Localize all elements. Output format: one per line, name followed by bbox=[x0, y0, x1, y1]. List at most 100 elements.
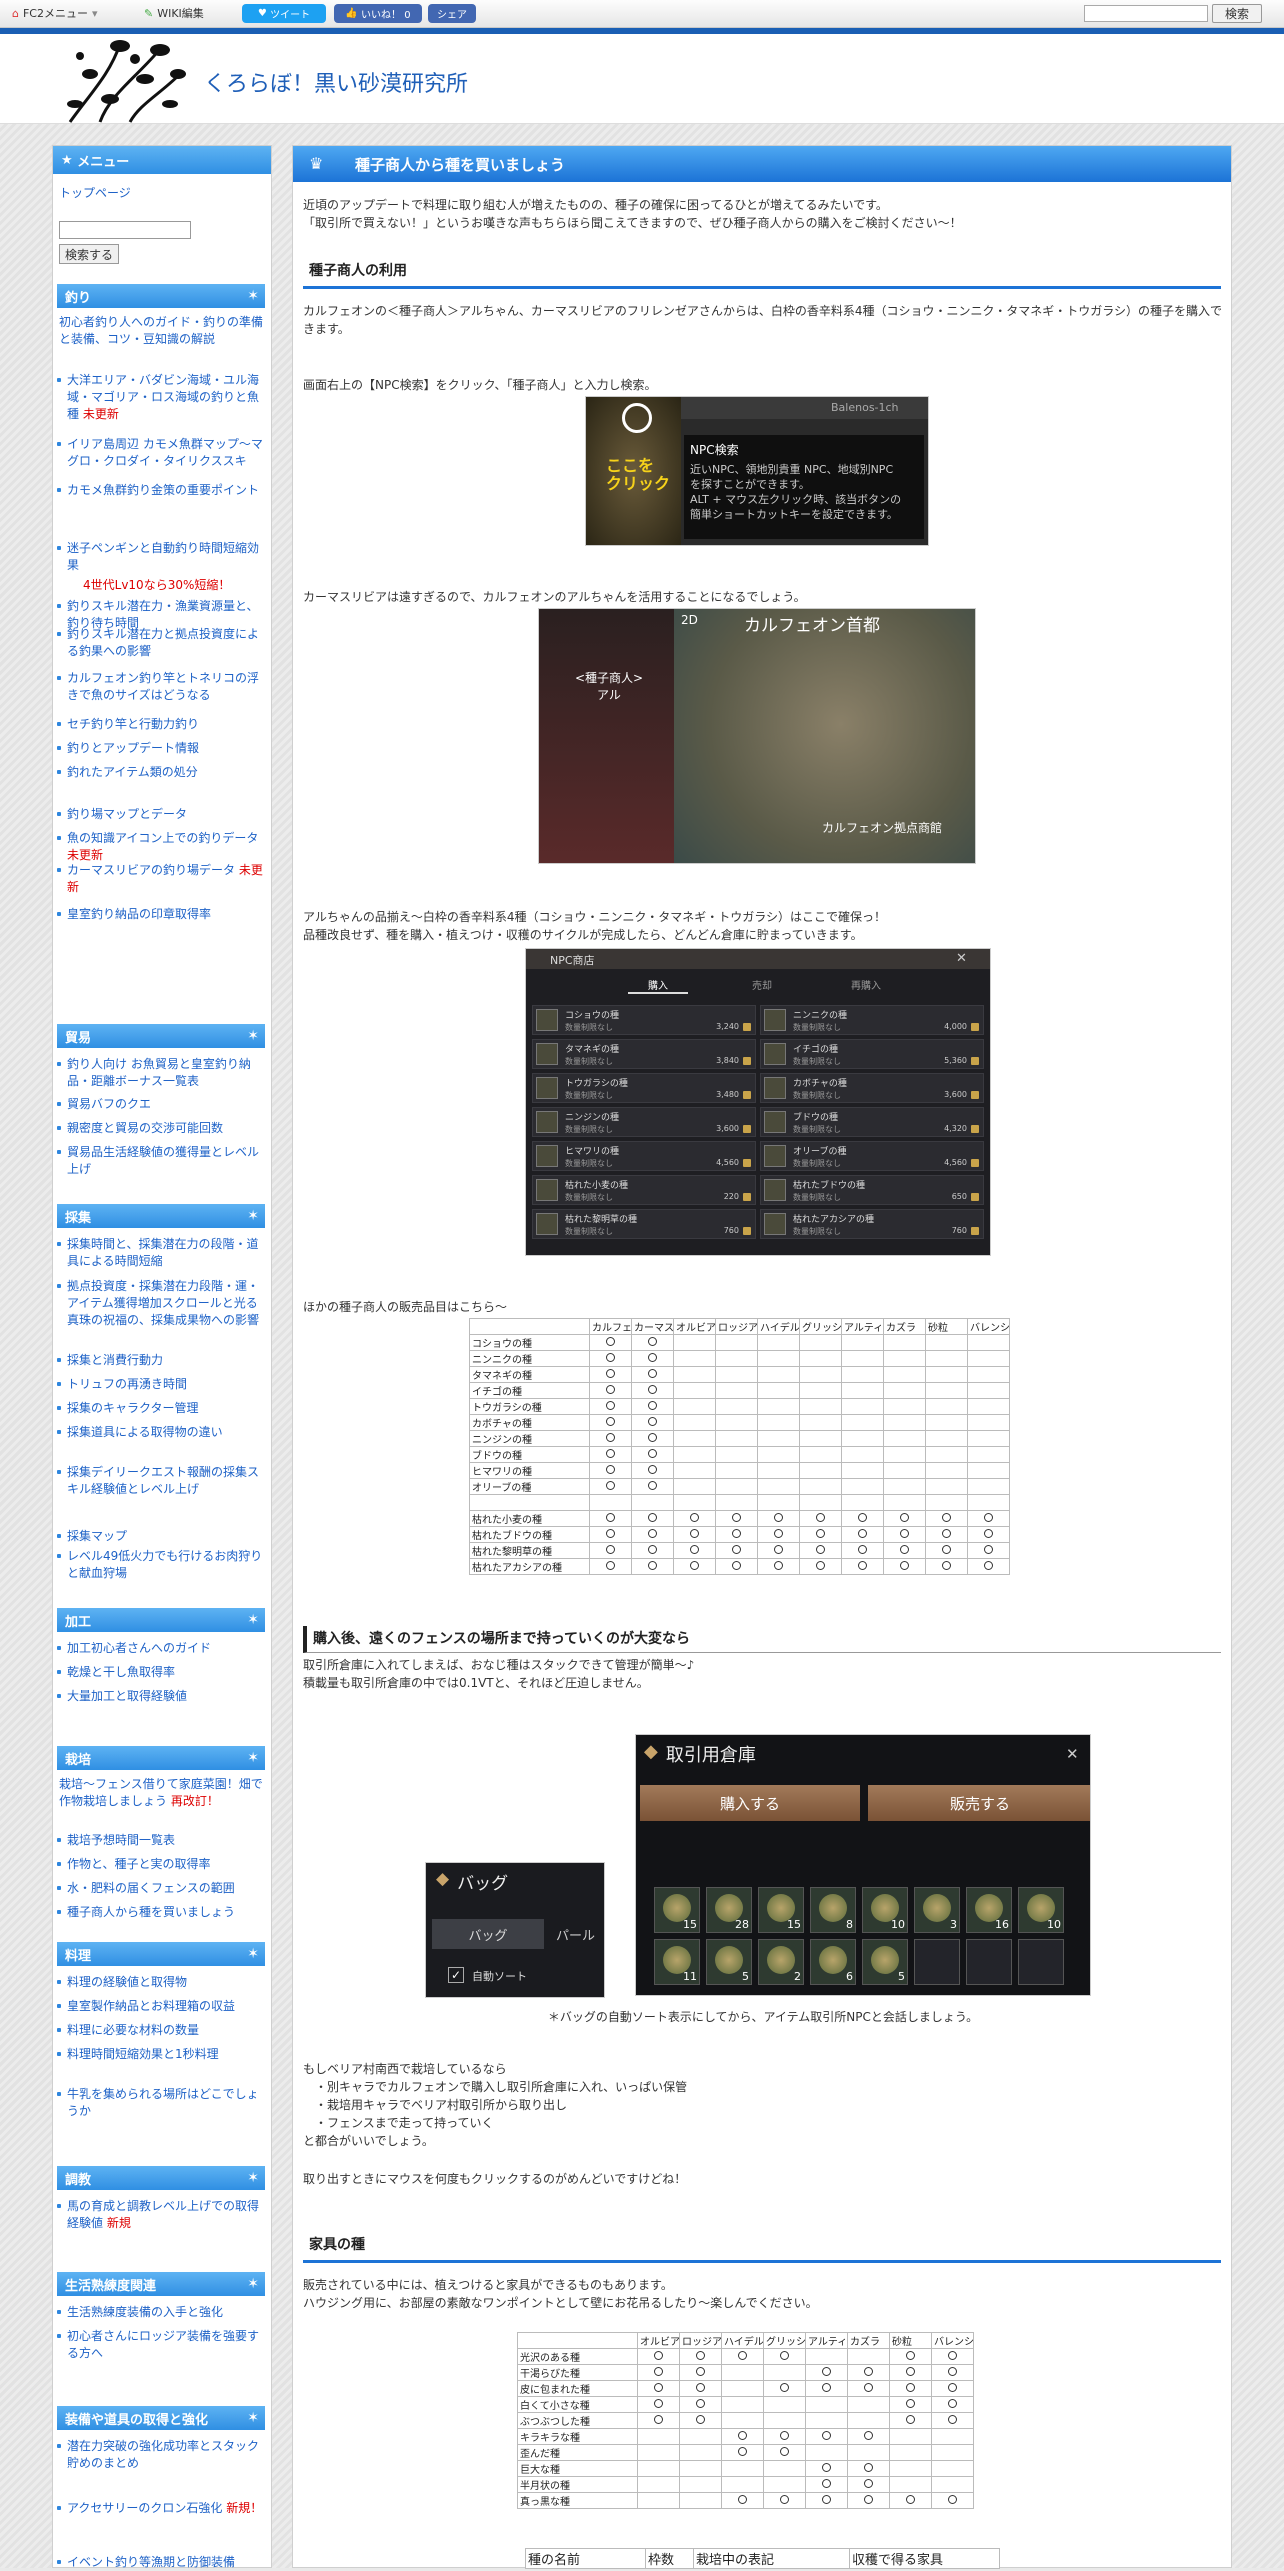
equip-item-2[interactable]: イベント釣り等漁期と防御装備 bbox=[57, 2554, 263, 2571]
cook-item-0[interactable]: 料理の経験値と取得物 bbox=[57, 1974, 263, 1991]
shop-item[interactable]: ニンニクの種 数量制限なし 4,000 bbox=[760, 1005, 984, 1035]
shop-tab-2[interactable]: 再購入 bbox=[836, 977, 896, 992]
close-icon[interactable]: ✕ bbox=[956, 951, 967, 966]
fishing-item-10[interactable]: 釣り場マップとデータ bbox=[57, 806, 263, 823]
warehouse-sell-button[interactable]: 販売する bbox=[868, 1785, 1090, 1821]
gather-item-0[interactable]: 採集時間と、採集潜在力の段階・道具による時間短縮 bbox=[57, 1236, 263, 1270]
bag-tab[interactable]: バッグ bbox=[432, 1919, 544, 1949]
farm-item-0[interactable]: 栽培予想時間一覧表 bbox=[57, 1832, 263, 1849]
shop-item[interactable]: オリーブの種 数量制限なし 4,560 bbox=[760, 1141, 984, 1171]
share-button[interactable]: シェア bbox=[428, 4, 476, 23]
shop-item[interactable]: トウガラシの種 数量制限なし 3,480 bbox=[532, 1073, 756, 1103]
trade-item-2[interactable]: 親密度と貿易の交渉可能回数 bbox=[57, 1120, 263, 1137]
site-title[interactable]: くろらぼ！黒い砂漠研究所 bbox=[204, 66, 468, 98]
warehouse-close-icon[interactable]: ✕ bbox=[1066, 1745, 1079, 1763]
fc2-menu[interactable]: ⌂ FC2メニュー ▾ bbox=[12, 5, 98, 21]
fishing-item-1[interactable]: イリア島周辺 カモメ魚群マップ～マグロ・クロダイ・タイリクススキ bbox=[57, 436, 263, 470]
shop-item[interactable]: 枯れたブドウの種 数量制限なし 650 bbox=[760, 1175, 984, 1205]
equip-item-0[interactable]: 潜在力突破の強化成功率とスタック貯めのまとめ bbox=[57, 2438, 263, 2472]
gather-item-8[interactable]: レベル49低火力でも行けるお肉狩りと献血狩場 bbox=[57, 1548, 263, 1582]
shop-item[interactable]: カボチャの種 数量制限なし 3,600 bbox=[760, 1073, 984, 1103]
like-button[interactable]: 👍 いいね！ 0 bbox=[334, 4, 422, 23]
shop-item-name: タマネギの種 bbox=[565, 1045, 620, 1055]
farm-item-1[interactable]: 作物と、種子と実の取得率 bbox=[57, 1856, 263, 1873]
fishing-item-5[interactable]: 釣りスキル潜在力と拠点投資度による釣果への影響 bbox=[57, 626, 263, 660]
cook-item-4[interactable]: 牛乳を集められる場所はどこでしょうか bbox=[57, 2086, 263, 2120]
warehouse-slot[interactable]: 11 bbox=[654, 1939, 700, 1985]
fishing-guide-link[interactable]: 初心者釣り人へのガイド・釣りの準備と装備、コツ・豆知識の解説 bbox=[59, 314, 265, 348]
sidebar-search-input[interactable] bbox=[59, 221, 191, 239]
top-page-link[interactable]: トップページ bbox=[59, 184, 131, 201]
cook-item-1[interactable]: 皇室製作納品とお料理箱の収益 bbox=[57, 1998, 263, 2015]
autosort-checkbox[interactable]: ✓ bbox=[448, 1967, 464, 1983]
warehouse-slot[interactable]: 2 bbox=[758, 1939, 804, 1985]
life-item-1[interactable]: 初心者さんにロッジア装備を強要する方へ bbox=[57, 2328, 263, 2362]
fishing-item-3[interactable]: 迷子ペンギンと自動釣り時間短縮効果 bbox=[57, 540, 263, 574]
gather-item-3[interactable]: トリュフの再湧き時間 bbox=[57, 1376, 263, 1393]
warehouse-slot[interactable] bbox=[914, 1939, 960, 1985]
fishing-item-6[interactable]: カルフェオン釣り竿とトネリコの浮きで魚のサイズはどうなる bbox=[57, 670, 263, 704]
warehouse-slot[interactable]: 10 bbox=[862, 1887, 908, 1933]
cook-item-2[interactable]: 料理に必要な材料の数量 bbox=[57, 2022, 263, 2039]
fishing-item-9[interactable]: 釣れたアイテム類の処分 bbox=[57, 764, 263, 781]
trade-item-0[interactable]: 釣り人向け お魚貿易と皇室釣り納品・距離ボーナス一覧表 bbox=[57, 1056, 263, 1090]
gather-item-5[interactable]: 採集道具による取得物の違い bbox=[57, 1424, 263, 1441]
warehouse-slot[interactable]: 6 bbox=[810, 1939, 856, 1985]
gather-item-2[interactable]: 採集と消費行動力 bbox=[57, 1352, 263, 1369]
top-search-button[interactable]: 検索 bbox=[1212, 4, 1262, 23]
gather-item-4[interactable]: 採集のキャラクター管理 bbox=[57, 1400, 263, 1417]
fishing-item-8[interactable]: 釣りとアップデート情報 bbox=[57, 740, 263, 757]
gather-item-7[interactable]: 採集マップ bbox=[57, 1528, 263, 1545]
shop-item[interactable]: 枯れた小麦の種 数量制限なし 220 bbox=[532, 1175, 756, 1205]
warehouse-buy-button[interactable]: 購入する bbox=[640, 1785, 860, 1821]
table-cell bbox=[637, 2444, 680, 2461]
life-item-0[interactable]: 生活熟練度装備の入手と強化 bbox=[57, 2304, 263, 2321]
equip-item-1[interactable]: アクセサリーのクロン石強化 新規！ bbox=[57, 2500, 263, 2517]
farm-item-2[interactable]: 水・肥料の届くフェンスの範囲 bbox=[57, 1880, 263, 1897]
fishing-item-12[interactable]: カーマスリビアの釣り場データ 未更新 bbox=[57, 862, 263, 896]
shop-item[interactable]: タマネギの種 数量制限なし 3,840 bbox=[532, 1039, 756, 1069]
trade-item-1[interactable]: 貿易バフのクエ bbox=[57, 1096, 263, 1113]
top-search-input[interactable] bbox=[1084, 5, 1208, 22]
farm-guide-link[interactable]: 栽培～フェンス借りて家庭菜園！畑で作物栽培しましょう 再改訂！ bbox=[59, 1776, 265, 1810]
sidebar-search-button[interactable]: 検索する bbox=[59, 244, 119, 264]
shop-tab-0[interactable]: 購入 bbox=[628, 977, 688, 994]
cook-item-3[interactable]: 料理時間短縮効果と1秒料理 bbox=[57, 2046, 263, 2063]
tweet-button[interactable]: ♥ ツイート bbox=[242, 4, 326, 23]
shop-item[interactable]: ブドウの種 数量制限なし 4,320 bbox=[760, 1107, 984, 1137]
gather-item-6[interactable]: 採集デイリークエスト報酬の採集スキル経験値とレベル上げ bbox=[57, 1464, 263, 1498]
shop-item[interactable]: 枯れた黎明草の種 数量制限なし 760 bbox=[532, 1209, 756, 1239]
warehouse-slot[interactable]: 10 bbox=[1018, 1887, 1064, 1933]
fishing-item-7[interactable]: セチ釣り竿と行動力釣り bbox=[57, 716, 263, 733]
warehouse-slot[interactable] bbox=[966, 1939, 1012, 1985]
farm-item-3[interactable]: 種子商人から種を買いましょう bbox=[57, 1904, 263, 1921]
shop-item[interactable]: コショウの種 数量制限なし 3,240 bbox=[532, 1005, 756, 1035]
warehouse-slot[interactable] bbox=[1018, 1939, 1064, 1985]
fishing-item-11[interactable]: 魚の知識アイコン上での釣りデータ 未更新 bbox=[57, 830, 263, 864]
wiki-edit[interactable]: ✎ WIKI編集 bbox=[144, 5, 204, 21]
fishing-item-13[interactable]: 皇室釣り納品の印章取得率 bbox=[57, 906, 263, 923]
circle-mark bbox=[648, 1416, 657, 1426]
warehouse-slot[interactable]: 5 bbox=[862, 1939, 908, 1985]
shop-tab-1[interactable]: 売却 bbox=[732, 977, 792, 992]
train-item-0[interactable]: 馬の育成と調教レベル上げでの取得経験値 新規 bbox=[57, 2198, 263, 2232]
shop-item[interactable]: ヒマワリの種 数量制限なし 4,560 bbox=[532, 1141, 756, 1171]
pearl-tab[interactable]: パール bbox=[556, 1925, 595, 1944]
trade-item-3[interactable]: 貿易品生活経験値の獲得量とレベル上げ bbox=[57, 1144, 263, 1178]
warehouse-slot[interactable]: 8 bbox=[810, 1887, 856, 1933]
warehouse-slot[interactable]: 16 bbox=[966, 1887, 1012, 1933]
process-item-1[interactable]: 乾燥と干し魚取得率 bbox=[57, 1664, 263, 1681]
fishing-item-0[interactable]: 大洋エリア・バダビン海域・ユル海域・マゴリア・ロス海域の釣りと魚種 未更新 bbox=[57, 372, 263, 423]
fishing-item-2[interactable]: カモメ魚群釣り金策の重要ポイント bbox=[57, 482, 263, 499]
warehouse-slot[interactable]: 5 bbox=[706, 1939, 752, 1985]
shop-item[interactable]: ニンジンの種 数量制限なし 3,600 bbox=[532, 1107, 756, 1137]
gather-item-1[interactable]: 拠点投資度・採集潜在力段階・運・アイテム獲得増加スクロールと光る真珠の祝福の、採… bbox=[57, 1278, 263, 1329]
warehouse-slot[interactable]: 15 bbox=[758, 1887, 804, 1933]
process-item-2[interactable]: 大量加工と取得経験値 bbox=[57, 1688, 263, 1705]
warehouse-slot[interactable]: 3 bbox=[914, 1887, 960, 1933]
shop-item[interactable]: イチゴの種 数量制限なし 5,360 bbox=[760, 1039, 984, 1069]
process-item-0[interactable]: 加工初心者さんへのガイド bbox=[57, 1640, 263, 1657]
warehouse-slot[interactable]: 15 bbox=[654, 1887, 700, 1933]
warehouse-slot[interactable]: 28 bbox=[706, 1887, 752, 1933]
shop-item[interactable]: 枯れたアカシアの種 数量制限なし 760 bbox=[760, 1209, 984, 1239]
